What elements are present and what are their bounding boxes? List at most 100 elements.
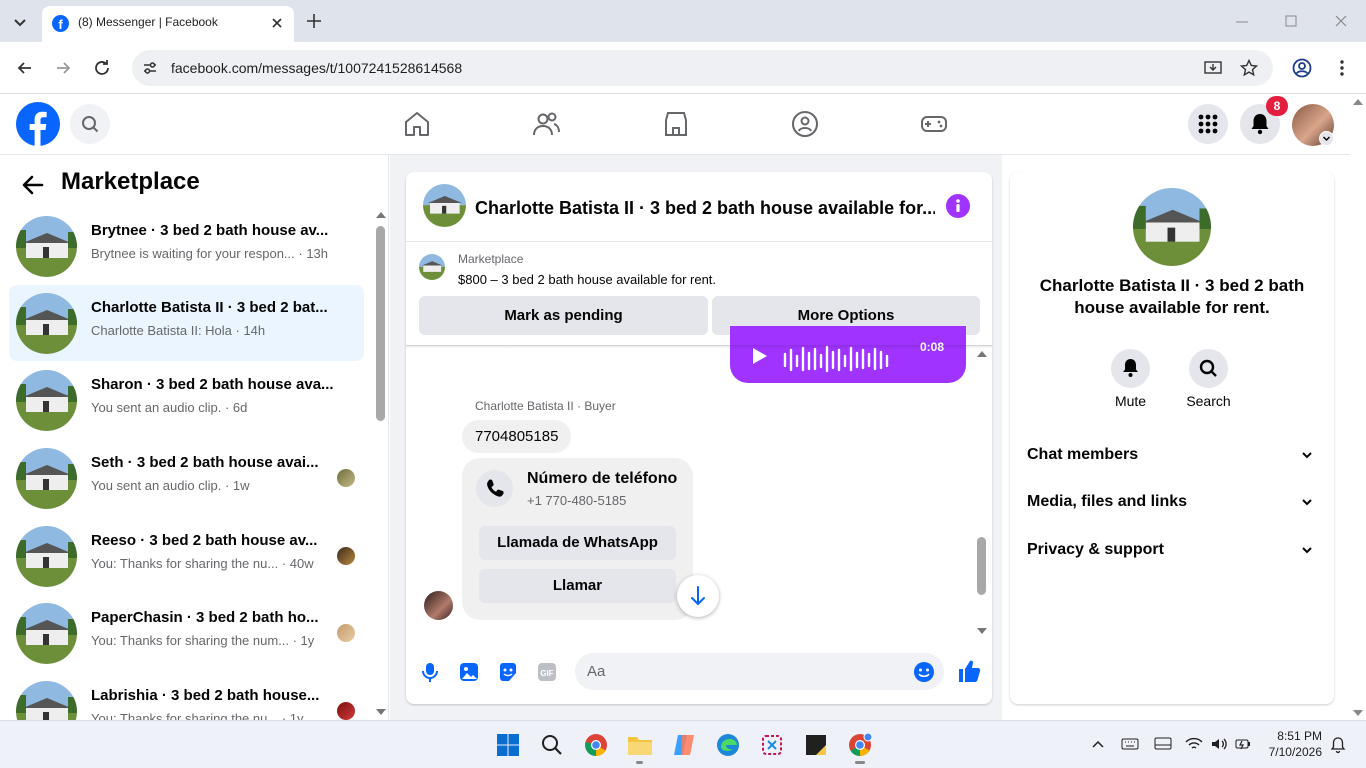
conversation-sidebar: Marketplace Brytnee · 3 bed 2 bath house… [0, 155, 389, 720]
scroll-to-bottom-icon[interactable] [677, 575, 719, 617]
conversation-item[interactable]: PaperChasin · 3 bed 2 bath ho... You: Th… [9, 595, 364, 671]
emoji-icon[interactable] [913, 661, 935, 683]
section-privacy-support[interactable]: Privacy & support [1010, 533, 1334, 567]
chat-scroll-down-icon[interactable] [976, 626, 988, 636]
listing-thumbnail [16, 216, 77, 277]
bookmark-star-icon[interactable] [1240, 59, 1258, 77]
mark-pending-button[interactable]: Mark as pending [419, 296, 708, 335]
install-app-icon[interactable] [1204, 59, 1222, 77]
page-scroll-down-icon[interactable] [1352, 708, 1364, 718]
gif-icon[interactable]: GIF [536, 661, 558, 683]
profile-icon[interactable] [1292, 58, 1312, 78]
snipping-tool-icon[interactable] [760, 733, 784, 757]
close-window-icon[interactable] [1333, 13, 1349, 29]
groups-nav-icon[interactable] [791, 110, 819, 138]
back-icon[interactable] [15, 58, 35, 78]
show-hidden-icons[interactable] [1090, 737, 1106, 753]
conversation-preview: You: Thanks for sharing the nu... · 40w [91, 556, 314, 571]
conversation-item-selected[interactable]: Charlotte Batista II · 3 bed 2 bat... Ch… [9, 285, 364, 361]
browser-menu-icon[interactable] [1332, 58, 1352, 78]
section-media-files-links[interactable]: Media, files and links [1010, 485, 1334, 519]
section-chat-members[interactable]: Chat members [1010, 438, 1334, 472]
keyboard-icon[interactable] [1121, 736, 1139, 752]
conversation-preview: You sent an audio clip. · 1w [91, 478, 250, 493]
conversation-item[interactable]: Sharon · 3 bed 2 bath house ava... You s… [9, 362, 364, 438]
account-chevron-icon[interactable] [1319, 131, 1334, 146]
conversation-item[interactable]: Brytnee · 3 bed 2 bath house av... Brytn… [9, 208, 364, 284]
sender-avatar[interactable] [424, 591, 453, 620]
file-explorer-icon[interactable] [627, 733, 653, 757]
close-tab-icon[interactable] [268, 14, 286, 32]
back-arrow-icon[interactable] [20, 172, 46, 198]
sidebar-scroll-down-icon[interactable] [375, 707, 387, 717]
thumbs-up-icon[interactable] [956, 658, 982, 684]
conversation-item[interactable]: Labrishia · 3 bed 2 bath house... You: T… [9, 673, 364, 720]
audio-message-bubble[interactable]: 0:08 [730, 326, 966, 383]
home-nav-icon[interactable] [403, 110, 431, 138]
facebook-logo[interactable] [16, 102, 60, 146]
windows-start-icon[interactable] [496, 733, 520, 757]
message-input[interactable]: Aa [575, 653, 944, 690]
details-title: Charlotte Batista II · 3 bed 2 bath hous… [1039, 276, 1305, 317]
card-number: +1 770-480-5185 [527, 493, 627, 508]
photo-icon[interactable] [458, 661, 480, 683]
sidebar-scrollbar-thumb[interactable] [376, 226, 385, 421]
friends-nav-icon[interactable] [532, 110, 560, 138]
microphone-icon[interactable] [419, 661, 441, 683]
sidebar-scroll-up-icon[interactable] [375, 210, 387, 220]
display-icon[interactable] [1154, 736, 1172, 752]
clock-date[interactable]: 7/10/2026 [1262, 745, 1322, 759]
sticker-icon[interactable] [497, 661, 519, 683]
conversation-name: Reeso · 3 bed 2 bath house av... [91, 532, 318, 549]
copilot-icon[interactable] [672, 733, 696, 757]
listing-avatar[interactable] [419, 254, 445, 280]
menu-grid-icon[interactable] [1188, 104, 1228, 144]
svg-text:GIF: GIF [540, 669, 553, 678]
chat-scrollbar-thumb[interactable] [977, 537, 986, 595]
chat-scroll-up-icon[interactable] [976, 349, 988, 359]
chat-title[interactable]: Charlotte Batista II · 3 bed 2 bath hous… [475, 198, 935, 219]
url-field[interactable]: facebook.com/messages/t/1007241528614568 [132, 50, 1273, 86]
facebook-favicon-icon: f [52, 15, 69, 32]
gaming-nav-icon[interactable] [920, 110, 948, 138]
minimize-icon[interactable] [1234, 14, 1250, 30]
edge-icon[interactable] [716, 733, 740, 757]
listing-thumbnail [16, 448, 77, 509]
participant-avatar [337, 547, 355, 565]
listing-text[interactable]: $800 – 3 bed 2 bath house available for … [458, 272, 716, 287]
forward-icon[interactable] [53, 58, 73, 78]
new-tab-icon[interactable] [304, 11, 324, 31]
conversation-item[interactable]: Seth · 3 bed 2 bath house avai... You se… [9, 440, 364, 516]
chat-window: Charlotte Batista II · 3 bed 2 bath hous… [406, 172, 992, 704]
volume-icon[interactable] [1210, 736, 1228, 752]
clock-time[interactable]: 8:51 PM [1262, 729, 1322, 743]
whatsapp-call-button[interactable]: Llamada de WhatsApp [479, 526, 676, 560]
taskbar-running-indicator [636, 761, 643, 764]
notification-badge: 8 [1266, 96, 1288, 116]
chat-header-avatar[interactable] [423, 184, 466, 227]
search-conversation-icon[interactable] [1189, 349, 1228, 388]
call-button[interactable]: Llamar [479, 569, 676, 603]
battery-icon[interactable] [1234, 736, 1252, 752]
listing-thumbnail [16, 370, 77, 431]
taskbar-search-icon[interactable] [540, 733, 564, 757]
conversation-item[interactable]: Reeso · 3 bed 2 bath house av... You: Th… [9, 518, 364, 594]
reload-icon[interactable] [92, 58, 112, 78]
conversation-preview: Charlotte Batista II: Hola · 14h [91, 323, 266, 338]
browser-tab[interactable]: f (8) Messenger | Facebook [42, 6, 294, 42]
phone-message-bubble[interactable]: 7704805185 [462, 420, 572, 453]
notification-center-icon[interactable] [1330, 736, 1346, 754]
chrome-profile-icon[interactable] [848, 733, 872, 757]
section-label: Privacy & support [1027, 541, 1164, 558]
sticky-notes-icon[interactable] [804, 733, 828, 757]
mute-bell-icon[interactable] [1111, 349, 1150, 388]
tab-list-button[interactable] [8, 10, 32, 34]
marketplace-nav-icon[interactable] [662, 110, 690, 138]
wifi-icon[interactable] [1185, 736, 1203, 752]
site-info-icon[interactable] [142, 60, 158, 76]
info-icon[interactable] [946, 194, 970, 218]
search-icon[interactable] [70, 104, 110, 144]
chrome-icon[interactable] [584, 733, 608, 757]
maximize-icon[interactable] [1283, 13, 1299, 29]
page-scroll-up-icon[interactable] [1352, 97, 1364, 107]
